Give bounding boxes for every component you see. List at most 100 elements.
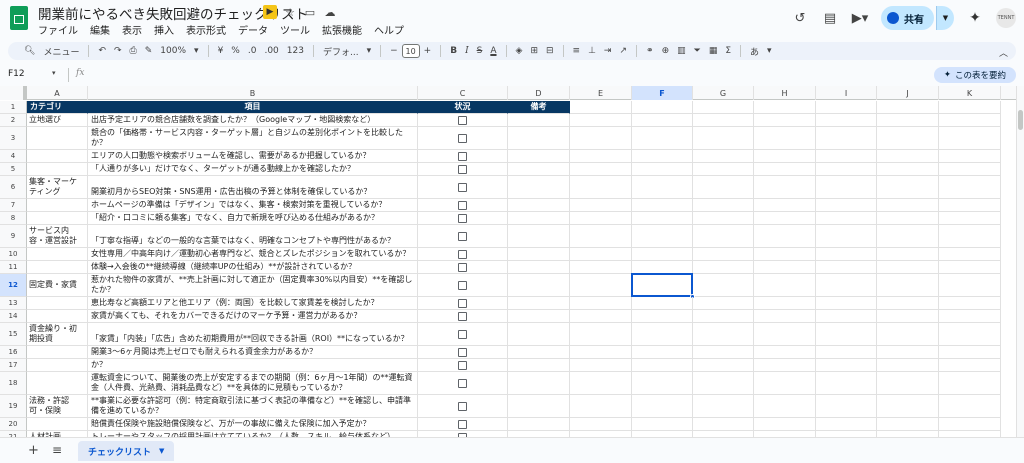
cell[interactable] [877, 248, 939, 261]
header-cell-status[interactable]: 状況 [418, 101, 508, 114]
fill-color-icon[interactable]: ◈ [512, 42, 527, 60]
cell[interactable] [570, 310, 632, 323]
meet-icon[interactable]: ▶▾ [851, 9, 869, 27]
borders-icon[interactable]: ⊞ [526, 42, 542, 60]
note-cell[interactable] [508, 212, 570, 225]
cell[interactable] [693, 418, 754, 431]
category-cell[interactable]: 立地選び [27, 114, 88, 127]
status-checkbox[interactable] [458, 280, 467, 290]
font-size-input[interactable]: 10 [401, 44, 420, 58]
category-cell[interactable] [27, 150, 88, 163]
cell[interactable] [570, 395, 632, 418]
category-cell[interactable] [27, 359, 88, 372]
cell[interactable] [754, 323, 816, 346]
cell[interactable] [877, 346, 939, 359]
status-cell[interactable] [418, 261, 508, 274]
cell[interactable] [754, 274, 816, 297]
cell[interactable] [754, 114, 816, 127]
item-cell[interactable]: 競合の「価格帯・サービス内容・ターゲット層」と自ジムの差別化ポイントを比較したか… [88, 127, 418, 150]
cell[interactable] [632, 323, 693, 346]
cell[interactable] [632, 212, 693, 225]
cell[interactable] [632, 163, 693, 176]
cell[interactable] [816, 261, 877, 274]
item-cell[interactable]: 家賃が高くても、それをカバーできるだけのマーケ予算・運営力があるか？ [88, 310, 418, 323]
cell[interactable] [816, 176, 877, 199]
select-all-corner[interactable] [0, 86, 27, 100]
bold-button[interactable]: B [446, 42, 461, 60]
category-cell[interactable] [27, 199, 88, 212]
status-checkbox[interactable] [458, 249, 467, 259]
row-header[interactable]: 7 [0, 199, 27, 212]
row-header[interactable]: 14 [0, 310, 27, 323]
cell[interactable] [816, 248, 877, 261]
status-checkbox[interactable] [458, 298, 467, 308]
cell[interactable] [570, 199, 632, 212]
cell[interactable] [877, 261, 939, 274]
cell[interactable] [816, 127, 877, 150]
status-checkbox[interactable] [458, 419, 467, 429]
status-cell[interactable] [418, 297, 508, 310]
percent-format-button[interactable]: % [227, 42, 244, 60]
cell[interactable] [939, 225, 1001, 248]
cell[interactable] [877, 101, 939, 114]
strikethrough-button[interactable]: S [473, 42, 487, 60]
category-cell[interactable]: 資金繰り・初期投資 [27, 323, 88, 346]
status-cell[interactable] [418, 212, 508, 225]
share-dropdown-button[interactable]: ▼ [936, 6, 954, 30]
category-cell[interactable] [27, 372, 88, 395]
category-cell[interactable]: 集客・マーケティング [27, 176, 88, 199]
status-checkbox[interactable] [458, 347, 467, 357]
cell[interactable] [754, 395, 816, 418]
cell[interactable] [939, 395, 1001, 418]
cell[interactable] [939, 261, 1001, 274]
cell[interactable] [693, 323, 754, 346]
cell[interactable] [754, 261, 816, 274]
column-header-f[interactable]: F [632, 86, 693, 100]
status-checkbox[interactable] [458, 401, 467, 411]
cell[interactable] [632, 346, 693, 359]
cell[interactable] [570, 359, 632, 372]
zoom-select[interactable]: 100% [156, 42, 190, 60]
status-cell[interactable] [418, 163, 508, 176]
column-header-c[interactable]: C [418, 86, 508, 100]
item-cell[interactable]: 惹かれた物件の家賃が、**売上計画に対して適正か（固定費率30%以内目安）**を… [88, 274, 418, 297]
category-cell[interactable] [27, 248, 88, 261]
cell[interactable] [754, 150, 816, 163]
cell[interactable] [939, 372, 1001, 395]
cell[interactable] [632, 310, 693, 323]
menu-extensions[interactable]: 拡張機能 [322, 22, 362, 37]
number-format-button[interactable]: 123 [283, 42, 308, 60]
cell[interactable] [939, 274, 1001, 297]
cell[interactable] [693, 346, 754, 359]
menu-edit[interactable]: 編集 [90, 22, 110, 37]
column-header-d[interactable]: D [508, 86, 570, 100]
status-cell[interactable] [418, 310, 508, 323]
cell[interactable] [939, 176, 1001, 199]
item-cell[interactable]: 「家賃」「内装」「広告」含めた初期費用が**回収できる計画（ROI）**になって… [88, 323, 418, 346]
input-tools-caret-icon[interactable]: ▾ [763, 42, 776, 60]
cell[interactable] [632, 395, 693, 418]
vertical-align-icon[interactable]: ⊥ [584, 42, 600, 60]
cell[interactable] [816, 323, 877, 346]
decrease-decimal-button[interactable]: .0 [244, 42, 261, 60]
star-icon[interactable]: ☆ [283, 5, 297, 19]
all-sheets-menu-icon[interactable]: ≡ [52, 443, 62, 457]
avatar[interactable]: TENNT [996, 8, 1016, 28]
item-cell[interactable]: 出店予定エリアの競合店舗数を調査したか？（Googleマップ・地図検索など） [88, 114, 418, 127]
status-cell[interactable] [418, 176, 508, 199]
column-header-k[interactable]: K [939, 86, 1001, 100]
cell[interactable] [754, 297, 816, 310]
menu-file[interactable]: ファイル [38, 22, 78, 37]
cell[interactable] [693, 114, 754, 127]
cell[interactable] [816, 114, 877, 127]
cell[interactable] [816, 163, 877, 176]
row-header[interactable]: 20 [0, 418, 27, 431]
status-cell[interactable] [418, 199, 508, 212]
note-cell[interactable] [508, 176, 570, 199]
category-cell[interactable] [27, 261, 88, 274]
row-header[interactable]: 18 [0, 372, 27, 395]
cell[interactable] [570, 418, 632, 431]
cell[interactable] [877, 372, 939, 395]
cell[interactable] [570, 261, 632, 274]
row-header[interactable]: 17 [0, 359, 27, 372]
